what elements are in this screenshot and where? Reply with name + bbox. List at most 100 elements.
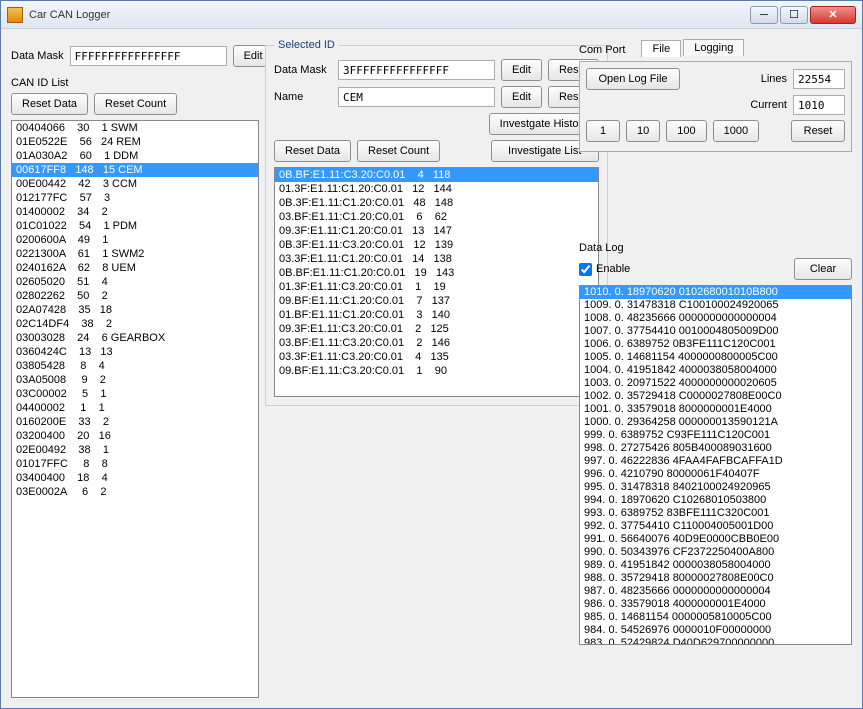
list-row[interactable]: 02C14DF4 38 2 (12, 317, 258, 331)
list-row[interactable]: 998. 0. 27275426 805B400089031600 (580, 442, 851, 455)
list-row[interactable]: 02E00492 38 1 (12, 443, 258, 457)
tab-logging[interactable]: Logging (683, 39, 744, 56)
list-row[interactable]: 984. 0. 54526976 0000010F00000000 (580, 624, 851, 637)
tab-file[interactable]: File (641, 40, 681, 57)
list-row[interactable]: 0B.3F:E1.11:C1.20:C0.01 48 148 (275, 196, 598, 210)
list-row[interactable]: 0200600A 49 1 (12, 233, 258, 247)
list-row[interactable]: 987. 0. 48235666 0000000000000004 (580, 585, 851, 598)
list-row[interactable]: 03400400 18 4 (12, 471, 258, 485)
list-row[interactable]: 03.BF:E1.11:C3.20:C0.01 2 146 (275, 336, 598, 350)
sel-reset-data-button[interactable]: Reset Data (274, 140, 351, 162)
list-row[interactable]: 09.BF:E1.11:C3.20:C0.01 1 90 (275, 364, 598, 378)
sel-name-input[interactable] (338, 87, 495, 107)
list-row[interactable]: 1003. 0. 20971522 4000000000020605 (580, 377, 851, 390)
list-row[interactable]: 03.3F:E1.11:C3.20:C0.01 4 135 (275, 350, 598, 364)
selected-id-listbox[interactable]: 0B.BF:E1.11:C3.20:C0.01 4 11801.3F:E1.11… (274, 167, 599, 397)
step-1000-button[interactable]: 1000 (713, 120, 759, 142)
list-row[interactable]: 03A05008 9 2 (12, 373, 258, 387)
lines-value[interactable] (793, 69, 845, 89)
list-row[interactable]: 03E0002A 6 2 (12, 485, 258, 499)
sel-name-edit-button[interactable]: Edit (501, 86, 542, 108)
list-row[interactable]: 09.3F:E1.11:C3.20:C0.01 2 125 (275, 322, 598, 336)
list-row[interactable]: 03.BF:E1.11:C1.20:C0.01 6 62 (275, 210, 598, 224)
enable-checkbox[interactable] (579, 263, 592, 276)
list-row[interactable]: 999. 0. 6389752 C93FE111C120C001 (580, 429, 851, 442)
list-row[interactable]: 1008. 0. 48235666 0000000000000004 (580, 312, 851, 325)
list-row[interactable]: 0360424C 13 13 (12, 345, 258, 359)
list-row[interactable]: 0B.BF:E1.11:C1.20:C0.01 19 143 (275, 266, 598, 280)
list-row[interactable]: 03C00002 5 1 (12, 387, 258, 401)
list-row[interactable]: 01.3F:E1.11:C1.20:C0.01 12 144 (275, 182, 598, 196)
edit-button[interactable]: Edit (233, 45, 267, 67)
list-row[interactable]: 01400002 34 2 (12, 205, 258, 219)
list-row[interactable]: 012177FC 57 3 (12, 191, 258, 205)
list-row[interactable]: 03.3F:E1.11:C1.20:C0.01 14 138 (275, 252, 598, 266)
list-row[interactable]: 03200400 20 16 (12, 429, 258, 443)
step-100-button[interactable]: 100 (666, 120, 706, 142)
list-row[interactable]: 1005. 0. 14681154 4000000800005C00 (580, 351, 851, 364)
list-row[interactable]: 992. 0. 37754410 C110004005001D00 (580, 520, 851, 533)
list-row[interactable]: 03805428 8 4 (12, 359, 258, 373)
list-row[interactable]: 1010. 0. 18970620 010268001010B800 (580, 286, 851, 299)
list-row[interactable]: 01A030A2 60 1 DDM (12, 149, 258, 163)
sel-mask-edit-button[interactable]: Edit (501, 59, 542, 81)
minimize-button[interactable]: ─ (750, 6, 778, 24)
list-row[interactable]: 997. 0. 46222836 4FAA4FAFBCAFFA1D (580, 455, 851, 468)
list-row[interactable]: 995. 0. 31478318 8402100024920965 (580, 481, 851, 494)
list-row[interactable]: 1000. 0. 29364258 000000013590121A (580, 416, 851, 429)
list-row[interactable]: 986. 0. 33579018 4000000001E4000 (580, 598, 851, 611)
list-row[interactable]: 0160200E 33 2 (12, 415, 258, 429)
list-row[interactable]: 993. 0. 6389752 83BFE111C320C001 (580, 507, 851, 520)
list-row[interactable]: 996. 0. 4210790 80000061F40407F (580, 468, 851, 481)
step-reset-button[interactable]: Reset (791, 120, 845, 142)
list-row[interactable]: 0240162A 62 8 UEM (12, 261, 258, 275)
reset-data-button[interactable]: Reset Data (11, 93, 88, 115)
list-row[interactable]: 990. 0. 50343976 CF2372250400A800 (580, 546, 851, 559)
list-row[interactable]: 1006. 0. 6389752 0B3FE111C120C001 (580, 338, 851, 351)
step-1-button[interactable]: 1 (586, 120, 620, 142)
list-row[interactable]: 04400002 1 1 (12, 401, 258, 415)
list-row[interactable]: 1001. 0. 33579018 8000000001E4000 (580, 403, 851, 416)
current-value[interactable] (793, 95, 845, 115)
list-row[interactable]: 1002. 0. 35729418 C0000027808E00C0 (580, 390, 851, 403)
list-row[interactable]: 989. 0. 41951842 0000038058004000 (580, 559, 851, 572)
list-row[interactable]: 0B.3F:E1.11:C3.20:C0.01 12 139 (275, 238, 598, 252)
list-row[interactable]: 1007. 0. 37754410 0010004805009D00 (580, 325, 851, 338)
list-row[interactable]: 09.3F:E1.11:C1.20:C0.01 13 147 (275, 224, 598, 238)
list-row[interactable]: 983. 0. 52429824 D40D629700000000 (580, 637, 851, 645)
data-log-listbox[interactable]: 1010. 0. 18970620 010268001010B8001009. … (579, 285, 852, 645)
clear-button[interactable]: Clear (794, 258, 852, 280)
list-row[interactable]: 03003028 24 6 GEARBOX (12, 331, 258, 345)
list-row[interactable]: 00E00442 42 3 CCM (12, 177, 258, 191)
maximize-button[interactable]: ☐ (780, 6, 808, 24)
list-row[interactable]: 0221300A 61 1 SWM2 (12, 247, 258, 261)
enable-checkbox-label[interactable]: Enable (579, 263, 630, 276)
list-row[interactable]: 00617FF8 148 15 CEM (12, 163, 258, 177)
list-row[interactable]: 988. 0. 35729418 80000027808E00C0 (580, 572, 851, 585)
list-row[interactable]: 985. 0. 14681154 0000005810005C00 (580, 611, 851, 624)
list-row[interactable]: 01E0522E 56 24 REM (12, 135, 258, 149)
list-row[interactable]: 1009. 0. 31478318 C100100024920065 (580, 299, 851, 312)
step-10-button[interactable]: 10 (626, 120, 660, 142)
list-row[interactable]: 01.BF:E1.11:C1.20:C0.01 3 140 (275, 308, 598, 322)
list-row[interactable]: 01017FFC 8 8 (12, 457, 258, 471)
list-row[interactable]: 02802262 50 2 (12, 289, 258, 303)
list-row[interactable]: 01C01022 54 1 PDM (12, 219, 258, 233)
sel-reset-count-button[interactable]: Reset Count (357, 140, 440, 162)
open-log-file-button[interactable]: Open Log File (586, 68, 680, 90)
list-row[interactable]: 01.3F:E1.11:C3.20:C0.01 1 19 (275, 280, 598, 294)
list-row[interactable]: 991. 0. 56640076 40D9E0000CBB0E00 (580, 533, 851, 546)
list-row[interactable]: 02A07428 35 18 (12, 303, 258, 317)
reset-count-button[interactable]: Reset Count (94, 93, 177, 115)
titlebar[interactable]: Car CAN Logger ─ ☐ ✕ (1, 1, 862, 29)
data-mask-input[interactable] (70, 46, 227, 66)
list-row[interactable]: 09.BF:E1.11:C1.20:C0.01 7 137 (275, 294, 598, 308)
can-id-listbox[interactable]: 00404066 30 1 SWM01E0522E 56 24 REM01A03… (11, 120, 259, 698)
list-row[interactable]: 994. 0. 18970620 C10268010503800 (580, 494, 851, 507)
list-row[interactable]: 02605020 51 4 (12, 275, 258, 289)
list-row[interactable]: 1004. 0. 41951842 4000038058004000 (580, 364, 851, 377)
list-row[interactable]: 0B.BF:E1.11:C3.20:C0.01 4 118 (275, 168, 598, 182)
list-row[interactable]: 00404066 30 1 SWM (12, 121, 258, 135)
sel-data-mask-input[interactable] (338, 60, 495, 80)
close-button[interactable]: ✕ (810, 6, 856, 24)
